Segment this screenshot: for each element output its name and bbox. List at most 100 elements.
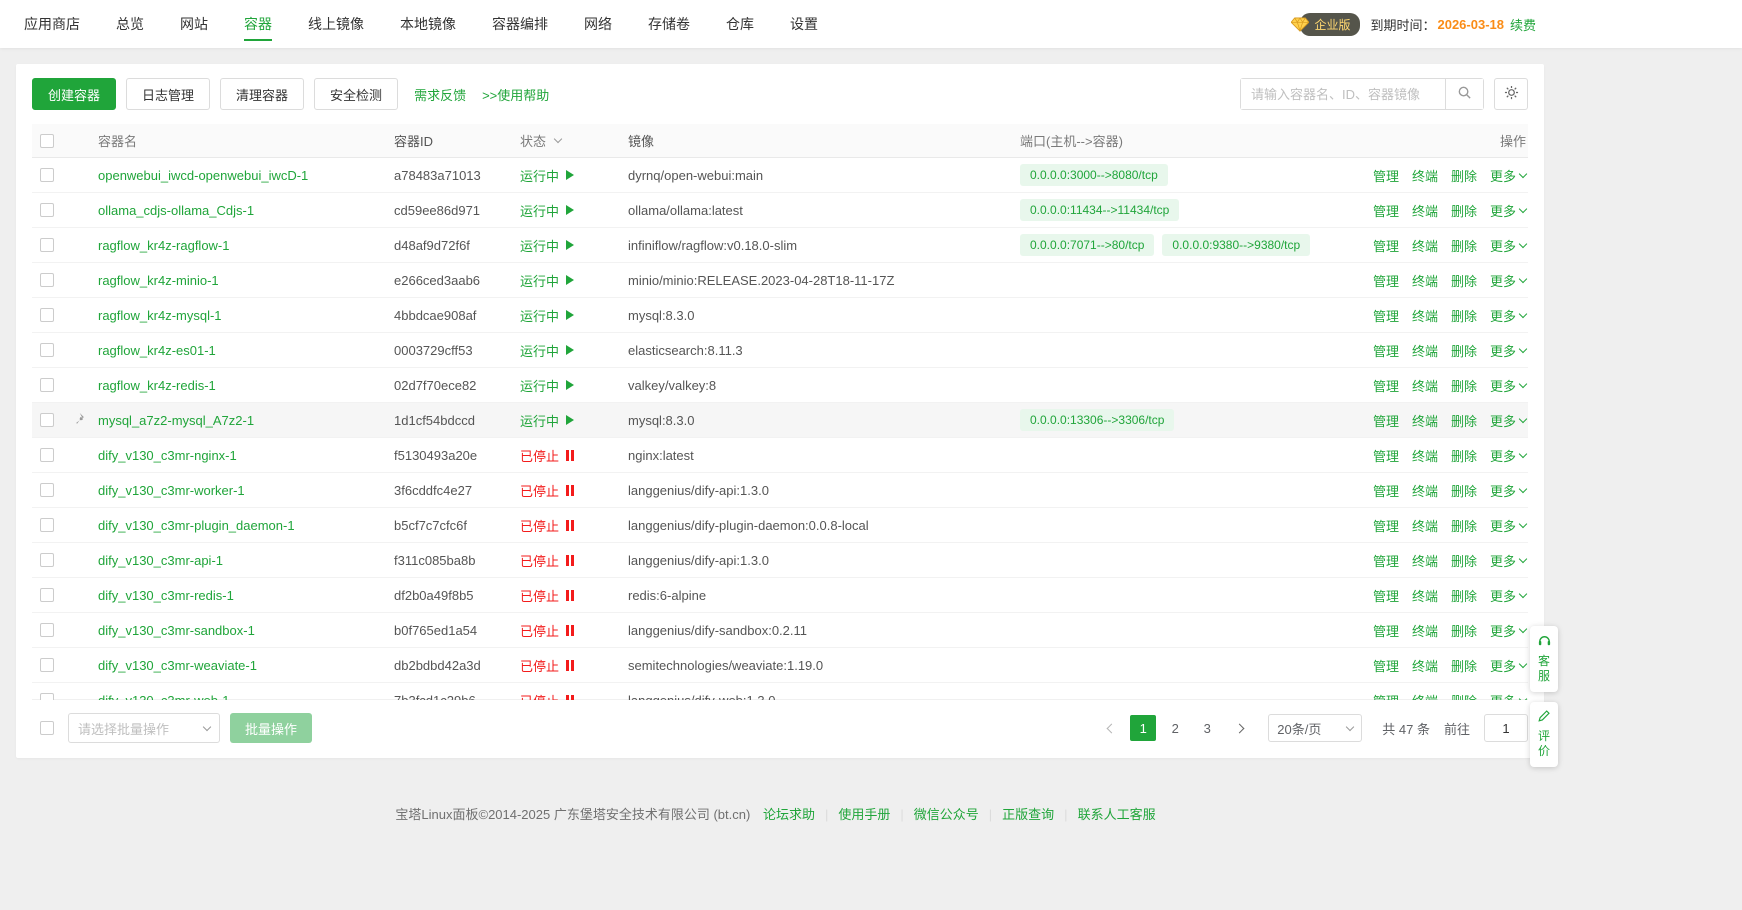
row-action-more[interactable]: 更多 xyxy=(1490,271,1526,290)
play-icon[interactable] xyxy=(566,380,574,390)
row-action-terminal[interactable]: 终端 xyxy=(1412,586,1438,605)
play-icon[interactable] xyxy=(566,310,574,320)
footer-link[interactable]: 微信公众号 xyxy=(914,807,979,822)
row-checkbox[interactable] xyxy=(40,343,54,357)
footer-link[interactable]: 联系人工客服 xyxy=(1078,807,1156,822)
container-name-link[interactable]: ragflow_kr4z-es01-1 xyxy=(98,343,216,358)
row-checkbox[interactable] xyxy=(40,168,54,182)
batch-select-all-checkbox[interactable] xyxy=(40,721,54,735)
row-checkbox[interactable] xyxy=(40,413,54,427)
review-button[interactable]: 评价 xyxy=(1530,702,1558,767)
row-checkbox[interactable] xyxy=(40,238,54,252)
row-action-delete[interactable]: 删除 xyxy=(1451,481,1477,500)
row-action-terminal[interactable]: 终端 xyxy=(1412,306,1438,325)
play-icon[interactable] xyxy=(566,240,574,250)
row-action-terminal[interactable]: 终端 xyxy=(1412,656,1438,675)
container-name-link[interactable]: openwebui_iwcd-openwebui_iwcD-1 xyxy=(98,168,308,183)
row-action-more[interactable]: 更多 xyxy=(1490,691,1526,701)
search-button[interactable] xyxy=(1445,79,1483,109)
container-name-link[interactable]: ollama_cdjs-ollama_Cdjs-1 xyxy=(98,203,254,218)
row-action-more[interactable]: 更多 xyxy=(1490,586,1526,605)
row-action-delete[interactable]: 删除 xyxy=(1451,341,1477,360)
row-action-more[interactable]: 更多 xyxy=(1490,481,1526,500)
customer-service-button[interactable]: 客服 xyxy=(1530,626,1558,692)
feedback-link[interactable]: 需求反馈 xyxy=(414,85,466,104)
row-action-terminal[interactable]: 终端 xyxy=(1412,201,1438,220)
row-checkbox[interactable] xyxy=(40,448,54,462)
row-action-manage[interactable]: 管理 xyxy=(1373,586,1399,605)
header-status-filter[interactable]: 状态 xyxy=(520,131,628,150)
row-action-delete[interactable]: 删除 xyxy=(1451,656,1477,675)
clean-container-button[interactable]: 清理容器 xyxy=(220,78,304,110)
play-icon[interactable] xyxy=(566,170,574,180)
row-action-delete[interactable]: 删除 xyxy=(1451,166,1477,185)
search-input[interactable] xyxy=(1241,79,1445,109)
row-action-more[interactable]: 更多 xyxy=(1490,411,1526,430)
row-action-manage[interactable]: 管理 xyxy=(1373,201,1399,220)
play-icon[interactable] xyxy=(566,205,574,215)
row-action-delete[interactable]: 删除 xyxy=(1451,306,1477,325)
pause-icon[interactable] xyxy=(566,555,574,566)
page-button-2[interactable]: 2 xyxy=(1162,715,1188,741)
row-action-delete[interactable]: 删除 xyxy=(1451,516,1477,535)
nav-item[interactable]: 线上镜像 xyxy=(308,0,364,48)
renew-link[interactable]: 续费 xyxy=(1510,15,1536,34)
row-action-manage[interactable]: 管理 xyxy=(1373,271,1399,290)
pause-icon[interactable] xyxy=(566,625,574,636)
container-name-link[interactable]: dify_v130_c3mr-worker-1 xyxy=(98,483,245,498)
nav-item[interactable]: 本地镜像 xyxy=(400,0,456,48)
play-icon[interactable] xyxy=(566,275,574,285)
pause-icon[interactable] xyxy=(566,590,574,601)
prev-page-button[interactable] xyxy=(1098,715,1124,741)
row-action-terminal[interactable]: 终端 xyxy=(1412,376,1438,395)
pause-icon[interactable] xyxy=(566,660,574,671)
row-checkbox[interactable] xyxy=(40,693,54,700)
pause-icon[interactable] xyxy=(566,520,574,531)
row-action-manage[interactable]: 管理 xyxy=(1373,481,1399,500)
container-name-link[interactable]: dify_v130_c3mr-sandbox-1 xyxy=(98,623,255,638)
row-action-delete[interactable]: 删除 xyxy=(1451,201,1477,220)
container-name-link[interactable]: dify_v130_c3mr-plugin_daemon-1 xyxy=(98,518,295,533)
nav-item[interactable]: 网络 xyxy=(584,0,612,48)
play-icon[interactable] xyxy=(566,415,574,425)
row-action-delete[interactable]: 删除 xyxy=(1451,621,1477,640)
nav-item[interactable]: 容器 xyxy=(244,0,272,48)
row-action-more[interactable]: 更多 xyxy=(1490,551,1526,570)
row-action-manage[interactable]: 管理 xyxy=(1373,306,1399,325)
page-button-3[interactable]: 3 xyxy=(1194,715,1220,741)
container-name-link[interactable]: mysql_a7z2-mysql_A7z2-1 xyxy=(98,413,254,428)
nav-item[interactable]: 总览 xyxy=(116,0,144,48)
container-name-link[interactable]: ragflow_kr4z-redis-1 xyxy=(98,378,216,393)
row-action-more[interactable]: 更多 xyxy=(1490,621,1526,640)
row-action-delete[interactable]: 删除 xyxy=(1451,376,1477,395)
page-size-select[interactable]: 20条/页 xyxy=(1268,714,1362,742)
nav-item[interactable]: 仓库 xyxy=(726,0,754,48)
row-action-manage[interactable]: 管理 xyxy=(1373,236,1399,255)
row-action-terminal[interactable]: 终端 xyxy=(1412,551,1438,570)
container-name-link[interactable]: dify_v130_c3mr-api-1 xyxy=(98,553,223,568)
row-checkbox[interactable] xyxy=(40,553,54,567)
log-manage-button[interactable]: 日志管理 xyxy=(126,78,210,110)
footer-link[interactable]: 论坛求助 xyxy=(763,807,815,822)
select-all-checkbox[interactable] xyxy=(40,134,54,148)
row-checkbox[interactable] xyxy=(40,203,54,217)
row-action-more[interactable]: 更多 xyxy=(1490,656,1526,675)
row-checkbox[interactable] xyxy=(40,588,54,602)
nav-item[interactable]: 应用商店 xyxy=(24,0,80,48)
batch-operation-button[interactable]: 批量操作 xyxy=(230,713,312,743)
page-button-1[interactable]: 1 xyxy=(1130,715,1156,741)
row-action-manage[interactable]: 管理 xyxy=(1373,516,1399,535)
row-action-manage[interactable]: 管理 xyxy=(1373,376,1399,395)
row-action-more[interactable]: 更多 xyxy=(1490,166,1526,185)
row-action-terminal[interactable]: 终端 xyxy=(1412,621,1438,640)
row-checkbox[interactable] xyxy=(40,518,54,532)
row-action-delete[interactable]: 删除 xyxy=(1451,551,1477,570)
row-checkbox[interactable] xyxy=(40,273,54,287)
row-action-manage[interactable]: 管理 xyxy=(1373,411,1399,430)
nav-item[interactable]: 存储卷 xyxy=(648,0,690,48)
row-action-delete[interactable]: 删除 xyxy=(1451,271,1477,290)
footer-link[interactable]: 使用手册 xyxy=(838,807,890,822)
row-action-manage[interactable]: 管理 xyxy=(1373,621,1399,640)
row-action-terminal[interactable]: 终端 xyxy=(1412,341,1438,360)
row-action-delete[interactable]: 删除 xyxy=(1451,411,1477,430)
